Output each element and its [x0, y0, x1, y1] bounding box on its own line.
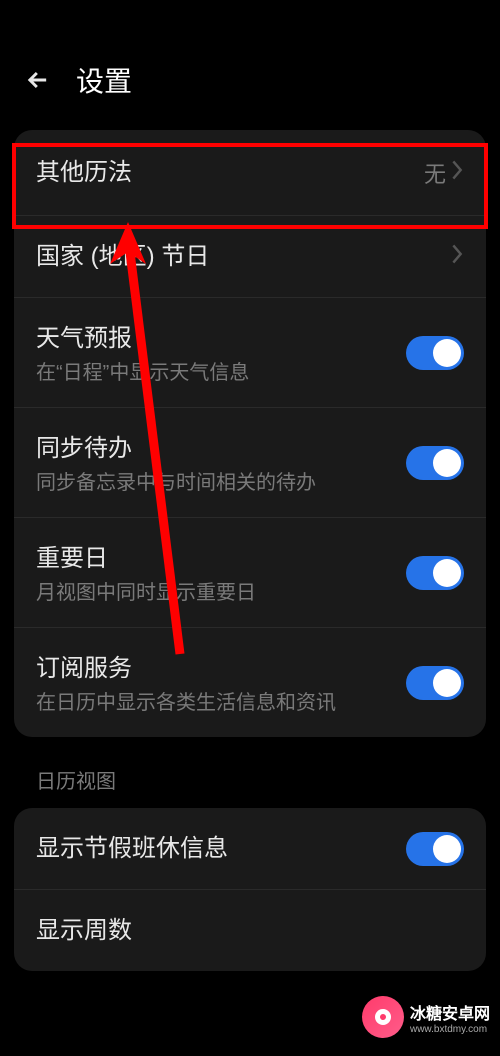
setting-desc: 同步备忘录中与时间相关的待办: [36, 469, 406, 497]
setting-label: 天气预报: [36, 318, 406, 353]
setting-value: 无: [424, 157, 446, 189]
setting-sync-todo[interactable]: 同步待办 同步备忘录中与时间相关的待办: [14, 408, 486, 518]
page-header: 设置: [0, 40, 500, 130]
toggle-weather[interactable]: [406, 336, 464, 370]
setting-alt-calendar[interactable]: 其他历法 无: [14, 130, 486, 216]
settings-group-view: 显示节假班休信息 显示周数: [14, 808, 486, 971]
watermark-logo-icon: [362, 996, 404, 1038]
setting-label: 订阅服务: [36, 648, 406, 683]
setting-desc: 月视图中同时显示重要日: [36, 579, 406, 607]
setting-label: 国家 (地区) 节日: [36, 236, 450, 271]
setting-country-holiday[interactable]: 国家 (地区) 节日: [14, 216, 486, 298]
toggle-subscription[interactable]: [406, 666, 464, 700]
watermark-url: www.bxtdmy.com: [410, 1024, 487, 1035]
setting-label: 显示节假班休信息: [36, 828, 406, 863]
setting-week-number[interactable]: 显示周数: [14, 890, 486, 971]
setting-important-day[interactable]: 重要日 月视图中同时显示重要日: [14, 518, 486, 628]
setting-desc: 在“日程”中显示天气信息: [36, 359, 406, 387]
page-title: 设置: [76, 60, 132, 100]
setting-holiday-info[interactable]: 显示节假班休信息: [14, 808, 486, 890]
watermark: 冰糖安卓网 www.bxtdmy.com: [362, 996, 490, 1038]
setting-label: 显示周数: [36, 910, 464, 945]
status-bar: [0, 0, 500, 40]
chevron-right-icon: [450, 243, 464, 270]
setting-subscription[interactable]: 订阅服务 在日历中显示各类生活信息和资讯: [14, 628, 486, 737]
setting-desc: 在日历中显示各类生活信息和资讯: [36, 689, 406, 717]
toggle-important-day[interactable]: [406, 556, 464, 590]
back-button[interactable]: [24, 66, 52, 94]
setting-label: 其他历法: [36, 152, 424, 187]
section-title-view: 日历视图: [0, 761, 500, 808]
setting-label: 重要日: [36, 538, 406, 573]
settings-group-general: 其他历法 无 国家 (地区) 节日 天气预报 在“日程”中显示天气信息 同步待办…: [14, 130, 486, 737]
toggle-sync-todo[interactable]: [406, 446, 464, 480]
setting-weather[interactable]: 天气预报 在“日程”中显示天气信息: [14, 298, 486, 408]
setting-label: 同步待办: [36, 428, 406, 463]
watermark-name: 冰糖安卓网: [410, 1000, 490, 1024]
toggle-holiday-info[interactable]: [406, 832, 464, 866]
arrow-left-icon: [24, 66, 52, 94]
chevron-right-icon: [450, 159, 464, 186]
